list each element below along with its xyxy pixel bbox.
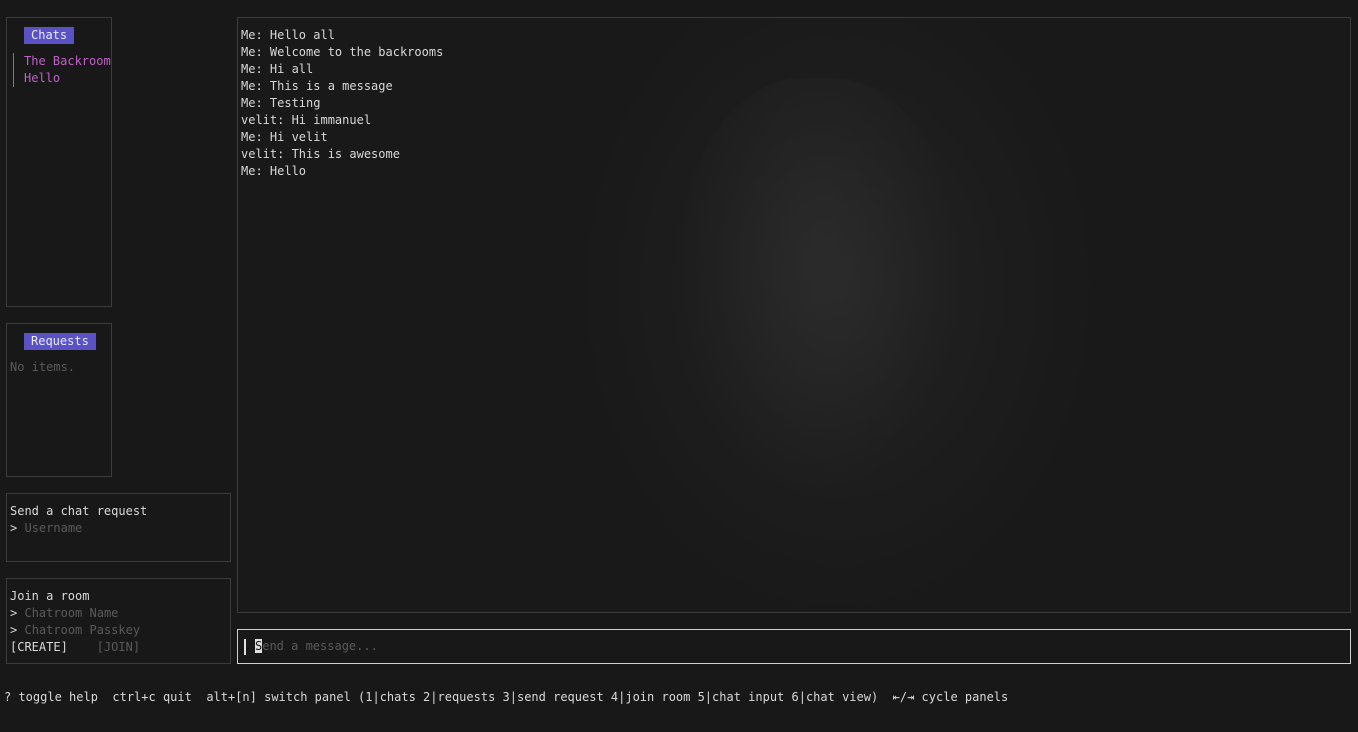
chats-title: Chats [24,27,75,44]
send-request-panel[interactable]: Send a chat request > Username [6,493,231,562]
focus-indicator [244,639,246,655]
message: Me: Hello [241,164,307,178]
username-field[interactable]: > Username [10,520,230,537]
help-toggle-hint: ? toggle help [4,690,98,704]
prompt-symbol: > [10,606,18,620]
requests-empty-text: No items. [10,360,76,374]
chat-list: The Backroom Hello [13,53,111,87]
prompt-symbol: > [10,623,18,637]
message: Me: Hello all [241,28,335,42]
join-button[interactable]: [JOIN] [97,640,140,654]
message: Me: Hi velit [241,130,328,144]
prompt-symbol: > [10,521,18,535]
requests-title: Requests [24,333,96,350]
message: velit: Hi immanuel [241,113,372,127]
message-placeholder: end a message... [262,639,378,653]
requests-panel[interactable]: Requests No items. [6,323,112,477]
username-input[interactable]: Username [24,521,82,535]
chat-input[interactable]: Send a message... [237,629,1351,664]
chatroom-name-field[interactable]: > Chatroom Name [10,605,230,622]
cycle-panels-hint: ⇤/⇥ cycle panels [892,690,1009,704]
message: Me: Testing [241,96,321,110]
create-button[interactable]: [CREATE] [10,640,68,654]
message: Me: Hi all [241,62,314,76]
chat-view[interactable]: Me: Hello all Me: Welcome to the backroo… [237,17,1351,613]
help-bar: ? toggle help ctrl+c quit alt+[n] switch… [4,689,1008,706]
chat-item-hello[interactable]: Hello [24,70,111,87]
chatroom-passkey-field[interactable]: > Chatroom Passkey [10,622,230,639]
chat-item-the-backroom[interactable]: The Backroom [24,53,111,70]
join-room-panel[interactable]: Join a room > Chatroom Name > Chatroom P… [6,578,231,664]
message-list: Me: Hello all Me: Welcome to the backroo… [241,27,443,180]
quit-hint: ctrl+c quit [112,690,192,704]
chats-panel[interactable]: Chats The Backroom Hello [6,17,112,307]
join-room-actions: [CREATE] [JOIN] [10,639,230,656]
message: velit: This is awesome [241,147,400,161]
message: Me: This is a message [241,79,393,93]
message: Me: Welcome to the backrooms [241,45,444,59]
background-portrait [678,78,958,498]
switch-panel-hint: alt+[n] switch panel (1|chats 2|requests… [206,690,879,704]
send-request-title: Send a chat request [10,504,148,518]
chatroom-name-input[interactable]: Chatroom Name [24,606,118,620]
message-input[interactable]: Send a message... [255,638,378,655]
join-room-title: Join a room [10,589,90,603]
chatroom-passkey-input[interactable]: Chatroom Passkey [24,623,140,637]
